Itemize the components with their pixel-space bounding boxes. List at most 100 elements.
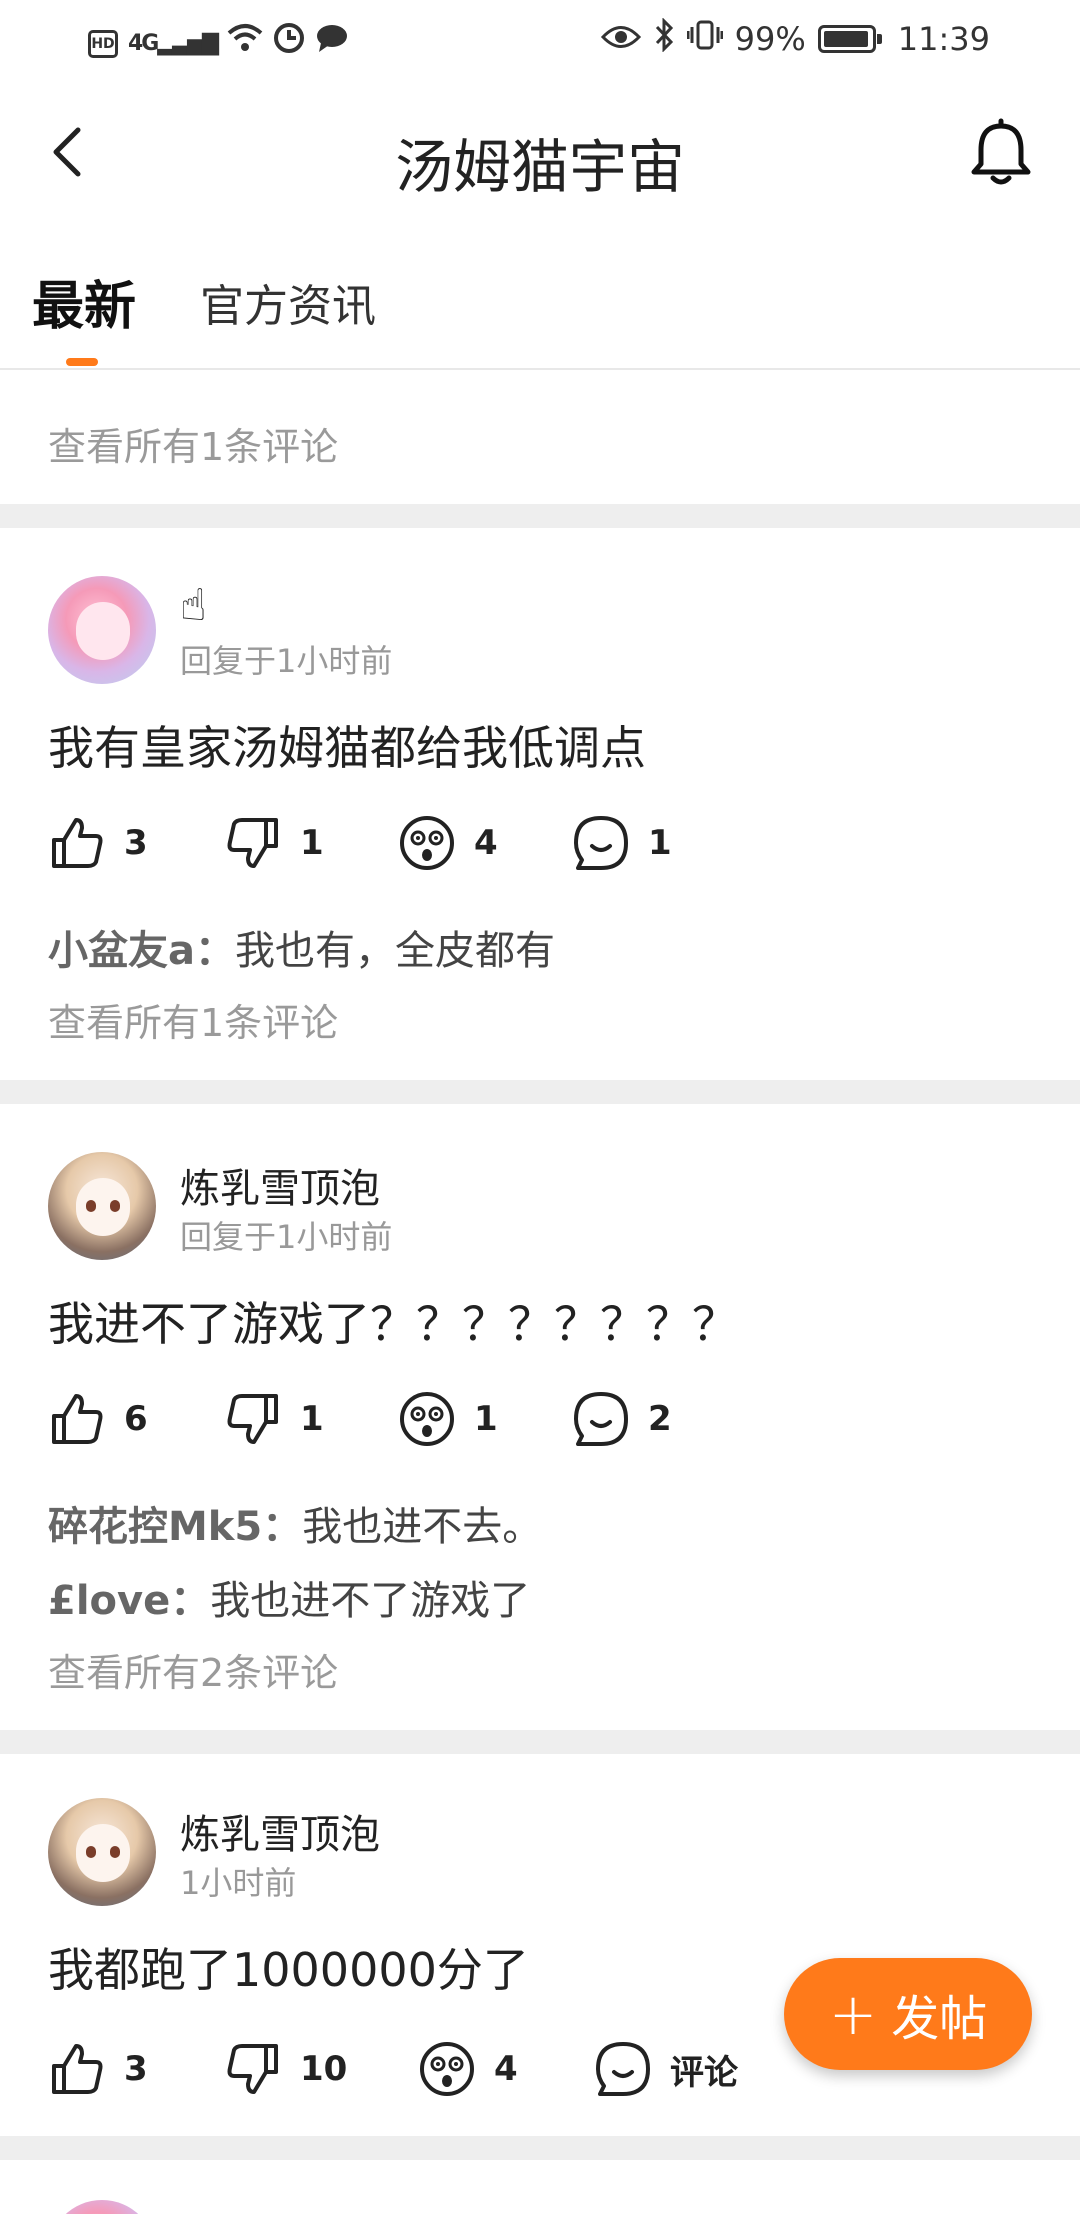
dislike-button[interactable]: 10 <box>224 2034 347 2104</box>
dislike-button[interactable]: 1 <box>224 808 324 878</box>
page-title: 汤姆猫宇宙 <box>394 133 685 201</box>
avatar[interactable] <box>48 576 156 684</box>
status-bar: HD 4G▂▃▅▇ 99% 11:39 <box>0 0 1080 84</box>
comment-button[interactable]: 2 <box>572 1384 672 1454</box>
post-time: 1小时前 <box>180 1864 297 1902</box>
cellular-signal-icon: 4G▂▃▅▇ <box>128 30 219 56</box>
avatar-eye <box>86 1846 96 1858</box>
post-text[interactable]: 我进不了游戏了？？？？？？？？ <box>48 1288 738 1354</box>
view-all-comments-link[interactable]: 查看所有1条评论 <box>48 416 338 471</box>
post-time: 回复于1小时前 <box>180 642 393 680</box>
network-type: 4G <box>128 30 159 56</box>
reply-author[interactable]: 碎花控Mk5： <box>48 1504 302 1550</box>
username[interactable]: ☝ <box>180 580 207 631</box>
card-separator <box>0 504 1080 528</box>
like-button[interactable]: 6 <box>48 1384 148 1454</box>
status-left: HD 4G▂▃▅▇ <box>88 22 349 65</box>
comment-button[interactable]: 评论 <box>594 2034 738 2104</box>
post-card-partial[interactable]: 查看所有1条评论 <box>0 370 1080 504</box>
avatar-face <box>76 1178 130 1236</box>
comment-bubble-icon <box>574 1392 628 1446</box>
tab-official-news[interactable]: 官方资讯 <box>200 270 376 334</box>
comment-count: 1 <box>648 823 672 863</box>
like-button[interactable]: 3 <box>48 808 148 878</box>
thumbs-up-icon <box>52 1394 103 1444</box>
comment-bubble-icon <box>596 2042 650 2096</box>
post-text[interactable]: 我都跑了1000000分了 <box>48 1934 529 2000</box>
thumbs-down-icon <box>227 818 278 868</box>
battery-percent: 99% <box>734 20 806 58</box>
avatar-face <box>76 602 130 660</box>
post-card[interactable]: ☝ 回复于1小时前 我有皇家汤姆猫都给我低调点 3 1 4 1 小盆友a：我也有… <box>0 528 1080 1080</box>
thumbs-up-icon <box>52 818 103 868</box>
post-text[interactable]: 我有皇家汤姆猫都给我低调点 <box>48 712 646 778</box>
wow-reaction-button[interactable]: 4 <box>418 2034 518 2104</box>
tab-bar: 最新 官方资讯 <box>0 224 1080 370</box>
dislike-count: 10 <box>300 2049 348 2089</box>
new-post-label: 发帖 <box>891 1991 988 2047</box>
vibrate-icon <box>686 19 724 59</box>
post-card[interactable]: 炼乳雪顶泡 回复于1小时前 我进不了游戏了？？？？？？？？ 6 1 1 2 碎花… <box>0 1104 1080 1730</box>
reply-text: 我也进不了游戏了 <box>210 1578 531 1624</box>
reply-preview[interactable]: 碎花控Mk5：我也进不去。 <box>48 1494 542 1552</box>
surprised-face-icon <box>400 816 454 870</box>
view-all-comments-link[interactable]: 查看所有2条评论 <box>48 1642 338 1697</box>
reply-preview[interactable]: 小盆友a：我也有，全皮都有 <box>48 918 555 976</box>
hd-icon: HD <box>88 29 118 58</box>
comment-label: 评论 <box>670 2052 738 2093</box>
card-separator <box>0 2136 1080 2160</box>
like-button[interactable]: 3 <box>48 2034 148 2104</box>
plus-icon: + <box>828 1980 878 2048</box>
avatar-eye <box>110 1846 120 1858</box>
data-saver-icon <box>273 22 305 65</box>
comment-button[interactable]: 1 <box>572 808 672 878</box>
comment-bubble-icon <box>574 816 628 870</box>
view-all-comments-link[interactable]: 查看所有1条评论 <box>48 992 338 1047</box>
clock-time: 11:39 <box>897 20 990 58</box>
thumbs-up-icon <box>52 2044 103 2094</box>
post-card[interactable]: 炼乳雪顶泡 1小时前 我都跑了1000000分了 3 10 4 评论 <box>0 1754 1080 2136</box>
header: 汤姆猫宇宙 <box>0 84 1080 224</box>
reply-author[interactable]: £love： <box>48 1578 210 1624</box>
dislike-button[interactable]: 1 <box>224 1384 324 1454</box>
post-card-partial[interactable] <box>0 2160 1080 2214</box>
wow-reaction-button[interactable]: 1 <box>398 1384 498 1454</box>
thumbs-down-icon <box>227 2044 278 2094</box>
message-icon <box>315 23 349 64</box>
avatar-eye <box>86 1200 96 1212</box>
comment-count: 2 <box>648 1399 672 1439</box>
reply-author[interactable]: 小盆友a： <box>48 928 235 974</box>
status-right: 99% 11:39 <box>600 17 990 60</box>
reply-text: 我也进不去。 <box>302 1504 543 1550</box>
card-separator <box>0 1080 1080 1104</box>
tab-latest[interactable]: 最新 <box>32 264 136 339</box>
active-tab-indicator <box>66 358 98 366</box>
eye-icon <box>600 20 641 58</box>
like-count: 3 <box>124 2049 148 2089</box>
post-time: 回复于1小时前 <box>180 1218 393 1256</box>
new-post-button[interactable]: + 发帖 <box>784 1958 1032 2070</box>
reply-text: 我也有，全皮都有 <box>235 928 555 974</box>
surprised-face-icon <box>400 1392 454 1446</box>
dislike-count: 1 <box>300 1399 324 1439</box>
username[interactable]: 炼乳雪顶泡 <box>180 1156 380 1214</box>
avatar[interactable] <box>48 1152 156 1260</box>
avatar-eye <box>110 1200 120 1212</box>
thumbs-down-icon <box>227 1394 278 1444</box>
wow-reaction-button[interactable]: 4 <box>398 808 498 878</box>
battery-icon <box>817 25 882 53</box>
bell-icon[interactable] <box>966 118 1036 188</box>
dislike-count: 1 <box>300 823 324 863</box>
wow-count: 4 <box>474 823 498 863</box>
surprised-face-icon <box>420 2042 474 2096</box>
card-separator <box>0 1730 1080 1754</box>
bluetooth-icon <box>653 17 675 60</box>
username[interactable]: 炼乳雪顶泡 <box>180 1802 380 1860</box>
avatar[interactable] <box>48 2200 156 2214</box>
wow-count: 1 <box>474 1399 498 1439</box>
avatar[interactable] <box>48 1798 156 1906</box>
wow-count: 4 <box>494 2049 518 2089</box>
reply-preview[interactable]: £love：我也进不了游戏了 <box>48 1568 530 1626</box>
like-count: 3 <box>124 823 148 863</box>
wifi-icon <box>227 23 263 64</box>
